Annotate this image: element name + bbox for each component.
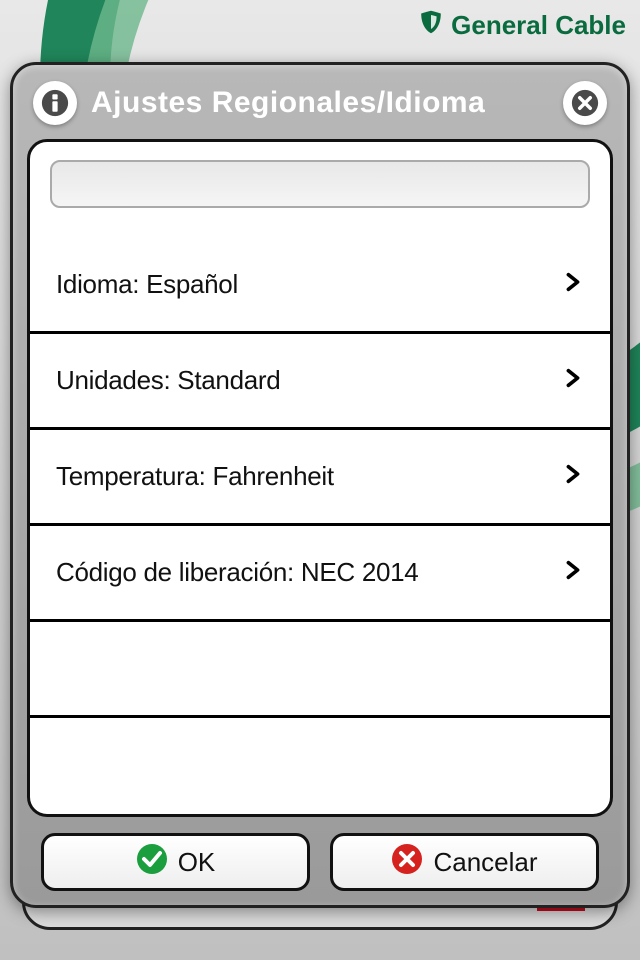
option-idioma[interactable]: Idioma: Español — [30, 238, 610, 334]
option-unidades[interactable]: Unidades: Standard — [30, 334, 610, 430]
search-input[interactable] — [50, 160, 590, 208]
option-codigo[interactable]: Código de liberación: NEC 2014 — [30, 526, 610, 622]
chevron-right-icon — [562, 269, 584, 300]
close-button[interactable] — [563, 81, 607, 125]
option-label: Código de liberación: NEC 2014 — [56, 557, 418, 588]
option-list: Idioma: Español Unidades: Standard Tempe… — [30, 238, 610, 814]
ok-label: OK — [178, 847, 216, 878]
chevron-right-icon — [562, 461, 584, 492]
brand-header: General Cable — [417, 8, 626, 43]
check-icon — [136, 843, 168, 882]
modal-body: Idioma: Español Unidades: Standard Tempe… — [27, 139, 613, 817]
option-label: Unidades: Standard — [56, 365, 280, 396]
brand-name: General Cable — [451, 10, 626, 41]
info-icon — [33, 81, 77, 125]
modal-header: Ajustes Regionales/Idioma — [27, 75, 613, 139]
option-label: Temperatura: Fahrenheit — [56, 461, 334, 492]
modal-title: Ajustes Regionales/Idioma — [91, 86, 549, 120]
option-temperatura[interactable]: Temperatura: Fahrenheit — [30, 430, 610, 526]
cancel-button[interactable]: Cancelar — [330, 833, 599, 891]
modal-footer: OK Cancelar — [27, 817, 613, 891]
cancel-icon — [391, 843, 423, 882]
ok-button[interactable]: OK — [41, 833, 310, 891]
cancel-label: Cancelar — [433, 847, 537, 878]
brand-shield-icon — [417, 8, 445, 43]
option-label: Idioma: Español — [56, 269, 238, 300]
settings-modal: Ajustes Regionales/Idioma Idioma: Españo… — [10, 62, 630, 908]
option-empty-1 — [30, 622, 610, 718]
chevron-right-icon — [562, 365, 584, 396]
chevron-right-icon — [562, 557, 584, 588]
option-empty-2 — [30, 718, 610, 814]
